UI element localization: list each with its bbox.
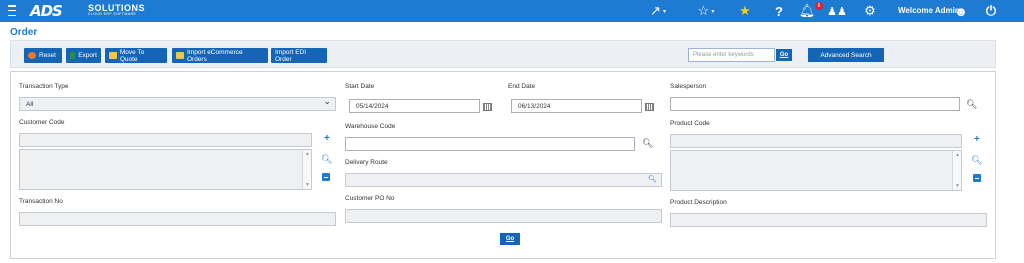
- calendar-icon[interactable]: [645, 103, 654, 111]
- remove-customer-icon[interactable]: [322, 173, 330, 181]
- bell-icon[interactable]: 🔔︎: [799, 3, 816, 19]
- import-edi-label: Import EDI Order: [275, 48, 307, 63]
- folder-icon: [176, 52, 184, 59]
- add-customer-icon[interactable]: +: [324, 133, 330, 144]
- end-date-label: End Date: [508, 83, 536, 90]
- logo-text: ADS: [30, 1, 63, 20]
- logo-tagline: CLOUD ERP SOFTWARE: [88, 12, 137, 16]
- add-product-icon[interactable]: +: [974, 134, 980, 145]
- welcome-text[interactable]: Welcome Admin: [898, 6, 960, 15]
- warehouse-code-label: Warehouse Code: [345, 123, 396, 130]
- start-date-input[interactable]: 05/14/2024: [349, 99, 480, 113]
- customer-po-label: Customer PO No: [345, 195, 395, 202]
- product-description-label: Product Description: [670, 199, 727, 206]
- salesperson-input[interactable]: [670, 97, 960, 111]
- start-date-value: 05/14/2024: [356, 103, 389, 110]
- star-outline-icon[interactable]: ☆ ▾: [693, 3, 719, 19]
- page-title: Order: [10, 27, 38, 38]
- filter-panel: Transaction Type All Customer Code + ▲▼ …: [10, 71, 996, 259]
- delivery-route-label: Delivery Route: [345, 159, 388, 166]
- import-edi-button[interactable]: Import EDI Order: [271, 48, 327, 63]
- scrollbar[interactable]: ▲ ▼: [952, 151, 961, 190]
- product-code-input[interactable]: [670, 134, 962, 148]
- transaction-type-value: All: [26, 101, 34, 108]
- share-icon[interactable]: ↗︎ ▾: [648, 3, 668, 19]
- search-product-icon[interactable]: 🔍︎: [971, 155, 982, 166]
- logo[interactable]: ADS: [30, 1, 63, 20]
- move-to-quote-button[interactable]: Move To Quote: [105, 48, 167, 63]
- end-date-input[interactable]: 06/13/2024: [511, 99, 642, 113]
- transaction-no-label: Transaction No: [19, 198, 63, 205]
- product-code-label: Product Code: [670, 120, 710, 127]
- top-navigation-bar: ADS SOLUTIONS CLOUD ERP SOFTWARE ↗︎ ▾ ☆ ▾ …: [0, 0, 1024, 22]
- import-ecommerce-button[interactable]: Import eCommerce Orders: [172, 48, 268, 63]
- excel-icon: [70, 52, 76, 59]
- delivery-route-input[interactable]: [345, 173, 662, 187]
- start-date-label: Start Date: [345, 83, 375, 90]
- user-circle-icon[interactable]: ☻: [954, 3, 968, 19]
- star-filled-icon[interactable]: ★: [737, 3, 753, 19]
- menu-icon[interactable]: [7, 5, 17, 16]
- transaction-no-input[interactable]: [19, 212, 336, 226]
- reset-icon: [28, 52, 36, 59]
- customer-code-label: Customer Code: [19, 119, 65, 126]
- salesperson-label: Salesperson: [670, 83, 707, 90]
- filter-go-button[interactable]: Go: [500, 233, 520, 245]
- search-salesperson-icon[interactable]: 🔍︎: [966, 99, 977, 110]
- notification-badge: 6: [815, 2, 823, 10]
- calendar-icon[interactable]: [483, 103, 492, 111]
- gear-icon[interactable]: ⚙︎: [863, 3, 877, 19]
- transaction-type-label: Transaction Type: [19, 83, 69, 90]
- move-to-quote-label: Move To Quote: [119, 48, 145, 63]
- toolbar: Reset Export Move To Quote Import eComme…: [10, 40, 996, 68]
- power-icon[interactable]: ⏻︎: [984, 3, 998, 19]
- keyword-search-input[interactable]: Please enter keywords: [688, 48, 775, 62]
- product-code-list[interactable]: ▲ ▼: [670, 150, 962, 191]
- warehouse-code-input[interactable]: [345, 137, 635, 151]
- help-icon[interactable]: ?: [773, 3, 785, 19]
- scrollbar[interactable]: ▲ ▼: [302, 150, 311, 189]
- import-ecommerce-label: Import eCommerce Orders: [186, 48, 243, 63]
- customer-po-input[interactable]: [345, 209, 662, 223]
- transaction-type-select[interactable]: All: [19, 96, 336, 111]
- advanced-search-button[interactable]: Advanced Search: [808, 48, 884, 62]
- export-button[interactable]: Export: [66, 48, 101, 63]
- remove-product-icon[interactable]: [973, 174, 981, 182]
- reset-button[interactable]: Reset: [24, 48, 62, 63]
- reset-label: Reset: [39, 52, 56, 59]
- search-route-icon[interactable]: 🔍︎: [648, 175, 657, 183]
- product-description-input[interactable]: [670, 213, 987, 227]
- customer-code-input[interactable]: [19, 133, 312, 147]
- users-icon[interactable]: ♟♟: [827, 3, 847, 19]
- search-customer-icon[interactable]: 🔍︎: [321, 154, 332, 165]
- search-warehouse-icon[interactable]: 🔍︎: [642, 138, 653, 149]
- folder-icon: [109, 52, 117, 59]
- end-date-value: 06/13/2024: [518, 103, 551, 110]
- search-go-button[interactable]: Go: [776, 49, 792, 61]
- export-label: Export: [78, 52, 97, 59]
- customer-code-list[interactable]: ▲ ▼: [19, 149, 312, 190]
